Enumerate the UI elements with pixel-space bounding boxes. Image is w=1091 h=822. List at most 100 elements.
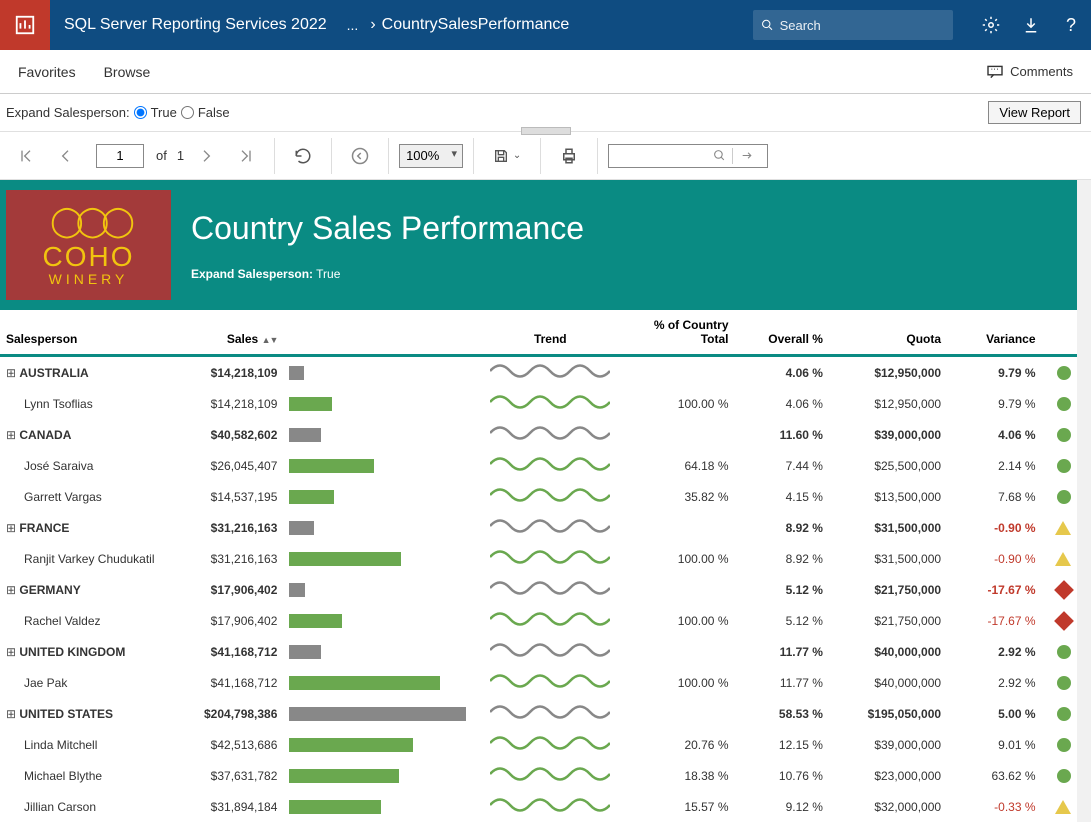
report-header: ◯◯◯ COHO WINERY Country Sales Performanc… — [0, 180, 1077, 310]
cell-name[interactable]: UNITED KINGDOM — [0, 636, 177, 667]
find-box[interactable] — [608, 144, 768, 168]
export-button[interactable]: ⌄ — [484, 138, 530, 174]
cell-pct-country: 18.38 % — [628, 760, 734, 791]
refresh-button[interactable] — [285, 138, 321, 174]
back-button[interactable] — [342, 138, 378, 174]
zoom-select[interactable]: 100% — [399, 144, 463, 168]
col-quota[interactable]: Quota — [829, 310, 947, 356]
cell-variance: 2.92 % — [947, 667, 1041, 698]
table-row[interactable]: GERMANY $17,906,402 5.12 % $21,750,000 -… — [0, 574, 1077, 605]
search-box[interactable] — [753, 10, 953, 40]
cell-quota: $13,500,000 — [829, 481, 947, 512]
company-logo: ◯◯◯ COHO WINERY — [6, 190, 171, 300]
cell-pct-country — [628, 419, 734, 450]
col-sales[interactable]: Sales ▲▼ — [177, 310, 283, 356]
cell-indicator — [1042, 356, 1077, 389]
app-logo[interactable] — [0, 0, 50, 50]
chart-icon — [14, 14, 36, 36]
cell-bar — [283, 574, 472, 605]
help-icon: ? — [1066, 15, 1076, 36]
splitter-handle[interactable] — [521, 127, 571, 135]
prev-page-button[interactable] — [48, 138, 84, 174]
download-icon — [1022, 16, 1040, 34]
cell-quota: $32,000,000 — [829, 791, 947, 822]
table-row[interactable]: UNITED KINGDOM $41,168,712 11.77 % $40,0… — [0, 636, 1077, 667]
search-input[interactable] — [780, 18, 945, 33]
chevron-right-icon: › — [364, 16, 381, 34]
settings-button[interactable] — [971, 0, 1011, 50]
radio-false[interactable] — [181, 106, 194, 119]
last-page-button[interactable] — [228, 138, 264, 174]
col-pct-country[interactable]: % of Country Total — [628, 310, 734, 356]
cell-overall: 8.92 % — [735, 512, 829, 543]
cell-name[interactable]: AUSTRALIA — [0, 356, 177, 389]
breadcrumb-ellipsis[interactable]: ... — [341, 17, 365, 33]
cell-variance: 9.79 % — [947, 388, 1041, 419]
print-button[interactable] — [551, 138, 587, 174]
table-row[interactable]: UNITED STATES $204,798,386 58.53 % $195,… — [0, 698, 1077, 729]
col-overall[interactable]: Overall % — [735, 310, 829, 356]
cell-trend — [472, 760, 628, 791]
app-title[interactable]: SQL Server Reporting Services 2022 — [50, 16, 341, 34]
find-next-icon[interactable] — [739, 149, 755, 162]
col-salesperson[interactable]: Salesperson — [0, 310, 177, 356]
cell-variance: -17.67 % — [947, 574, 1041, 605]
param-label: Expand Salesperson: — [6, 105, 130, 120]
table-row: Linda Mitchell $42,513,686 20.76 % 12.15… — [0, 729, 1077, 760]
cell-trend — [472, 574, 628, 605]
cell-bar — [283, 667, 472, 698]
cell-name[interactable]: UNITED STATES — [0, 698, 177, 729]
cell-quota: $12,950,000 — [829, 356, 947, 389]
table-row[interactable]: FRANCE $31,216,163 8.92 % $31,500,000 -0… — [0, 512, 1077, 543]
param-false[interactable]: False — [181, 105, 230, 120]
next-page-button[interactable] — [188, 138, 224, 174]
col-variance[interactable]: Variance — [947, 310, 1041, 356]
table-row[interactable]: CANADA $40,582,602 11.60 % $39,000,000 4… — [0, 419, 1077, 450]
last-page-icon — [238, 148, 254, 164]
cell-pct-country — [628, 512, 734, 543]
cell-trend — [472, 481, 628, 512]
cell-name[interactable]: FRANCE — [0, 512, 177, 543]
cell-trend — [472, 388, 628, 419]
cell-quota: $40,000,000 — [829, 667, 947, 698]
table-row: Michael Blythe $37,631,782 18.38 % 10.76… — [0, 760, 1077, 791]
breadcrumb-current[interactable]: CountrySalesPerformance — [382, 16, 570, 34]
download-button[interactable] — [1011, 0, 1051, 50]
cell-pct-country — [628, 698, 734, 729]
cell-overall: 11.77 % — [735, 667, 829, 698]
cell-name[interactable]: GERMANY — [0, 574, 177, 605]
cell-indicator — [1042, 729, 1077, 760]
nav-browse[interactable]: Browse — [104, 64, 151, 80]
cell-sales: $31,216,163 — [177, 543, 283, 574]
cell-name[interactable]: CANADA — [0, 419, 177, 450]
cell-pct-country — [628, 356, 734, 389]
view-report-button[interactable]: View Report — [988, 101, 1081, 124]
cell-quota: $39,000,000 — [829, 729, 947, 760]
cell-trend — [472, 729, 628, 760]
param-true[interactable]: True — [134, 105, 177, 120]
col-trend[interactable]: Trend — [472, 310, 628, 356]
page-of-label: of — [156, 148, 167, 163]
status-indicator-icon — [1057, 490, 1071, 504]
status-indicator-icon — [1054, 580, 1074, 600]
nav-favorites[interactable]: Favorites — [18, 64, 76, 80]
comments-button[interactable]: Comments — [986, 64, 1073, 79]
table-row[interactable]: AUSTRALIA $14,218,109 4.06 % $12,950,000… — [0, 356, 1077, 389]
cell-sales: $31,216,163 — [177, 512, 283, 543]
table-row: José Saraiva $26,045,407 64.18 % 7.44 % … — [0, 450, 1077, 481]
cell-sales: $17,906,402 — [177, 574, 283, 605]
cell-quota: $21,750,000 — [829, 605, 947, 636]
page-number-input[interactable] — [96, 144, 144, 168]
refresh-icon — [294, 147, 312, 165]
cell-quota: $31,500,000 — [829, 543, 947, 574]
cell-overall: 5.12 % — [735, 605, 829, 636]
cell-sales: $14,218,109 — [177, 388, 283, 419]
cell-name: Rachel Valdez — [0, 605, 177, 636]
first-page-button[interactable] — [8, 138, 44, 174]
cell-name: Ranjit Varkey Chudukatil — [0, 543, 177, 574]
help-button[interactable]: ? — [1051, 0, 1091, 50]
radio-true[interactable] — [134, 106, 147, 119]
cell-overall: 4.06 % — [735, 356, 829, 389]
cell-overall: 7.44 % — [735, 450, 829, 481]
find-input[interactable] — [613, 148, 713, 163]
